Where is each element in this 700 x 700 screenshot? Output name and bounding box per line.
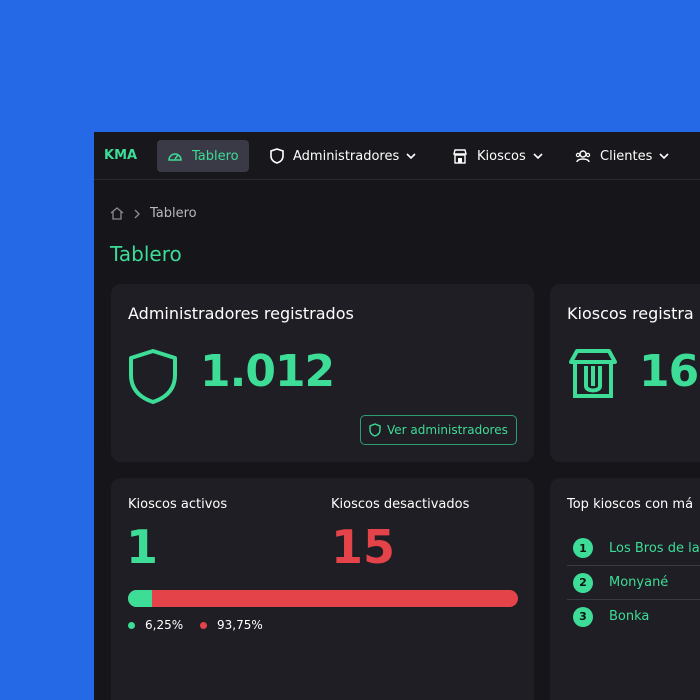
- inactive-kiosks-label: Kioscos desactivados: [331, 497, 470, 512]
- list-item[interactable]: 3 Bonka: [567, 599, 700, 633]
- kiosk-status-card: Kioscos activos 1 Kioscos desactivados 1…: [111, 478, 534, 700]
- view-admins-button[interactable]: Ver administradores: [360, 415, 517, 445]
- brand-logo[interactable]: KMA: [104, 148, 137, 163]
- rank-badge: 3: [573, 606, 593, 627]
- home-icon[interactable]: [110, 207, 124, 220]
- shield-icon: [369, 423, 381, 437]
- nav-clients[interactable]: Clientes: [575, 140, 670, 172]
- kiosks-card: Kioscos registra 16: [550, 284, 700, 462]
- legend-dot-active: [128, 621, 135, 629]
- legend-dot-inactive: [200, 621, 207, 629]
- nav-kiosks-label: Kioscos: [477, 148, 526, 164]
- top-kiosks-card: Top kioscos con má 1 Los Bros de la 2 Mo…: [550, 478, 700, 700]
- legend-active: 6,25%: [128, 618, 183, 632]
- kiosks-count: 16: [639, 346, 699, 397]
- store-icon: [452, 148, 468, 164]
- chevron-down-icon: [658, 150, 670, 162]
- top-navbar: KMA Tablero Administradores Kioscos Clie…: [94, 132, 700, 180]
- shield-icon: [270, 148, 284, 164]
- app-window: KMA Tablero Administradores Kioscos Clie…: [94, 132, 700, 700]
- active-percent: 6,25%: [145, 618, 184, 632]
- inactive-percent: 93,75%: [217, 618, 263, 632]
- page-title: Tablero: [110, 242, 182, 266]
- admins-card-title: Administradores registrados: [128, 304, 354, 323]
- breadcrumb-current: Tablero: [150, 206, 197, 221]
- nav-dashboard[interactable]: Tablero: [157, 140, 249, 172]
- nav-clients-label: Clientes: [600, 148, 653, 164]
- breadcrumb: Tablero: [110, 206, 197, 221]
- kiosks-card-title: Kioscos registra: [567, 304, 694, 323]
- nav-kiosks[interactable]: Kioscos: [452, 140, 544, 172]
- active-segment: [128, 590, 153, 607]
- store-icon: [567, 348, 619, 404]
- nav-dashboard-label: Tablero: [192, 148, 239, 164]
- legend-inactive: 93,75%: [200, 618, 263, 632]
- admins-card: Administradores registrados 1.012 Ver ad…: [111, 284, 534, 462]
- users-icon: [575, 149, 591, 163]
- admins-count: 1.012: [200, 346, 335, 397]
- chevron-down-icon: [532, 150, 544, 162]
- chevron-right-icon: [132, 208, 142, 220]
- nav-admins[interactable]: Administradores: [270, 140, 417, 172]
- active-kiosks-count: 1: [126, 520, 159, 574]
- nav-admins-label: Administradores: [293, 148, 400, 164]
- view-admins-label: Ver administradores: [387, 423, 508, 437]
- shield-icon: [127, 348, 179, 408]
- kiosk-status-bar: [128, 590, 518, 607]
- rank-badge: 2: [573, 572, 593, 593]
- inactive-kiosks-count: 15: [331, 520, 396, 574]
- kiosk-name: Los Bros de la: [609, 540, 700, 556]
- gauge-icon: [167, 149, 183, 163]
- kiosk-name: Monyané: [609, 575, 669, 590]
- kiosk-name: Bonka: [609, 609, 650, 624]
- chevron-down-icon: [405, 150, 417, 162]
- rank-badge: 1: [573, 538, 593, 558]
- list-item[interactable]: 1 Los Bros de la: [567, 531, 700, 565]
- list-item[interactable]: 2 Monyané: [567, 565, 700, 599]
- top-kiosks-title: Top kioscos con má: [567, 497, 694, 512]
- active-kiosks-label: Kioscos activos: [128, 497, 228, 512]
